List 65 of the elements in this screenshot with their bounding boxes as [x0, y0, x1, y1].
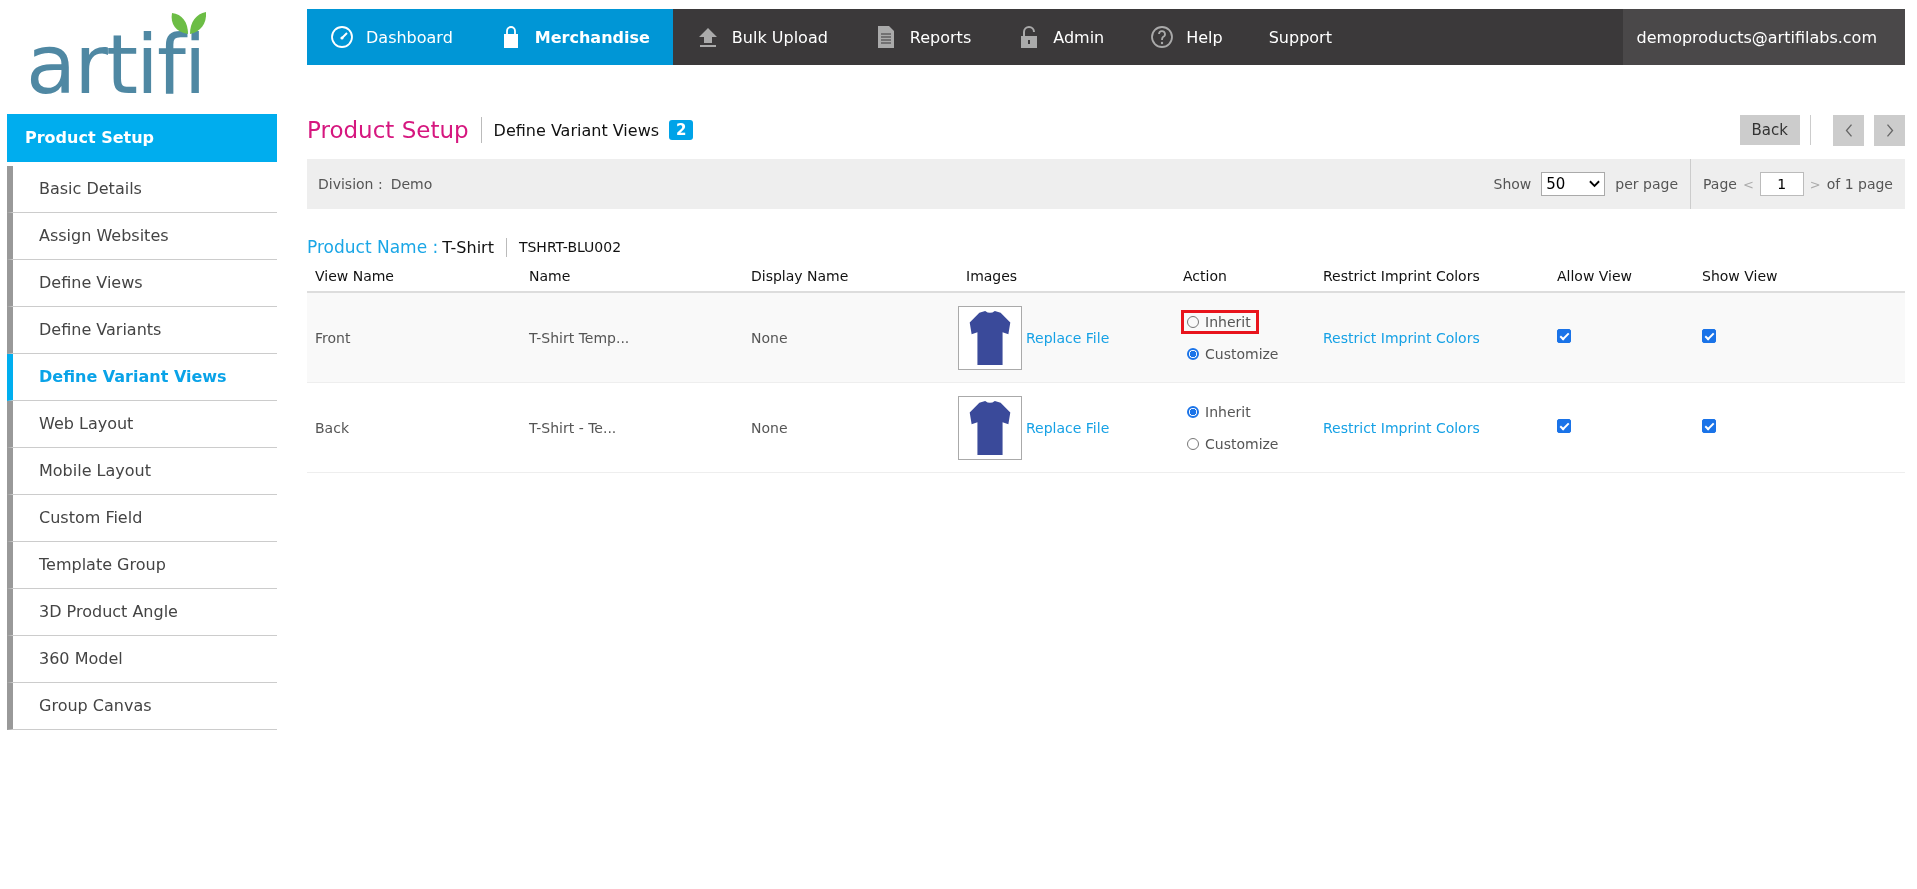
sidebar-item[interactable]: Basic Details — [7, 166, 277, 213]
checkbox[interactable] — [1702, 329, 1716, 343]
gauge-icon — [330, 25, 354, 49]
radio-option[interactable]: Customize — [1181, 341, 1287, 366]
radio-icon[interactable] — [1187, 405, 1199, 418]
help-icon — [1150, 25, 1175, 49]
page-title: Product Setup — [307, 117, 482, 143]
radio-icon[interactable] — [1187, 347, 1199, 360]
sidebar-item[interactable]: Web Layout — [7, 401, 277, 448]
page-label: Page — [1703, 176, 1737, 192]
per-page-label: per page — [1615, 176, 1678, 192]
table-cell-text: None — [750, 329, 789, 346]
table-cell-text: Back — [314, 419, 350, 436]
shirt-thumbnail — [958, 395, 1022, 460]
column-header: Allow View — [1556, 268, 1634, 284]
radio-option[interactable]: Inherit — [1181, 309, 1259, 334]
table-cell-text: T-Shirt - Te... — [528, 419, 618, 436]
sidebar-item[interactable]: 3D Product Angle — [7, 589, 277, 636]
checkbox[interactable] — [1557, 419, 1571, 433]
radio-option[interactable]: Customize — [1181, 431, 1287, 456]
division-label: Division : — [318, 176, 383, 192]
checkbox[interactable] — [1702, 419, 1716, 433]
sidebar-item[interactable]: Define Views — [7, 260, 277, 307]
show-label: Show — [1493, 176, 1532, 192]
sidebar-item[interactable]: Custom Field — [7, 495, 277, 542]
table-cell-text: None — [750, 419, 789, 436]
page-input[interactable]: 1 — [1759, 172, 1804, 196]
table-cell-text: Front — [314, 329, 352, 346]
product-sku: TSHRT-BLU002 — [518, 239, 622, 255]
sidebar-header: Product Setup — [7, 114, 277, 162]
previous-button[interactable] — [1833, 114, 1864, 146]
nav-tab[interactable]: Reports — [850, 9, 995, 65]
back-button[interactable]: Back — [1739, 115, 1800, 145]
count-badge: 2 — [669, 120, 694, 140]
page-subtitle: Define Variant Views — [493, 120, 660, 140]
division-value: Demo — [390, 176, 433, 192]
nav-tab[interactable]: Admin — [994, 9, 1128, 65]
sidebar-item[interactable]: Group Canvas — [7, 683, 277, 730]
checkbox[interactable] — [1557, 329, 1571, 343]
nav-tab[interactable]: Support — [1245, 9, 1355, 65]
shirt-thumbnail — [958, 305, 1022, 370]
column-header: Show View — [1701, 268, 1779, 284]
table-cell-text: T-Shirt Temp... — [528, 329, 631, 346]
sidebar-item[interactable]: Assign Websites — [7, 213, 277, 260]
account-email[interactable]: demoproducts@artifilabs.com — [1622, 9, 1905, 65]
column-header: Restrict Imprint Colors — [1322, 268, 1481, 284]
logo: artifi — [26, 10, 211, 110]
column-header: Name — [528, 268, 572, 284]
sidebar-item[interactable]: 360 Model — [7, 636, 277, 683]
per-page-select[interactable]: 50 — [1541, 172, 1606, 196]
radio-option[interactable]: Inherit — [1181, 399, 1259, 424]
product-name: T-Shirt — [442, 237, 507, 257]
sidebar-item[interactable]: Template Group — [7, 542, 277, 589]
next-button[interactable] — [1874, 114, 1905, 146]
column-header: Display Name — [750, 268, 850, 284]
column-header: Images — [965, 268, 1019, 284]
column-header: View Name — [314, 268, 395, 284]
nav-tab[interactable]: Bulk Upload — [672, 9, 851, 65]
sidebar-item[interactable]: Define Variants — [7, 307, 277, 354]
caret-icon — [1589, 180, 1601, 188]
page-total: of 1 page — [1826, 176, 1893, 192]
column-header: Action — [1182, 268, 1228, 284]
sidebar-item[interactable]: Mobile Layout — [7, 448, 277, 495]
nav-tab[interactable]: Help — [1127, 9, 1246, 65]
product-name-label: Product Name : — [307, 237, 439, 257]
